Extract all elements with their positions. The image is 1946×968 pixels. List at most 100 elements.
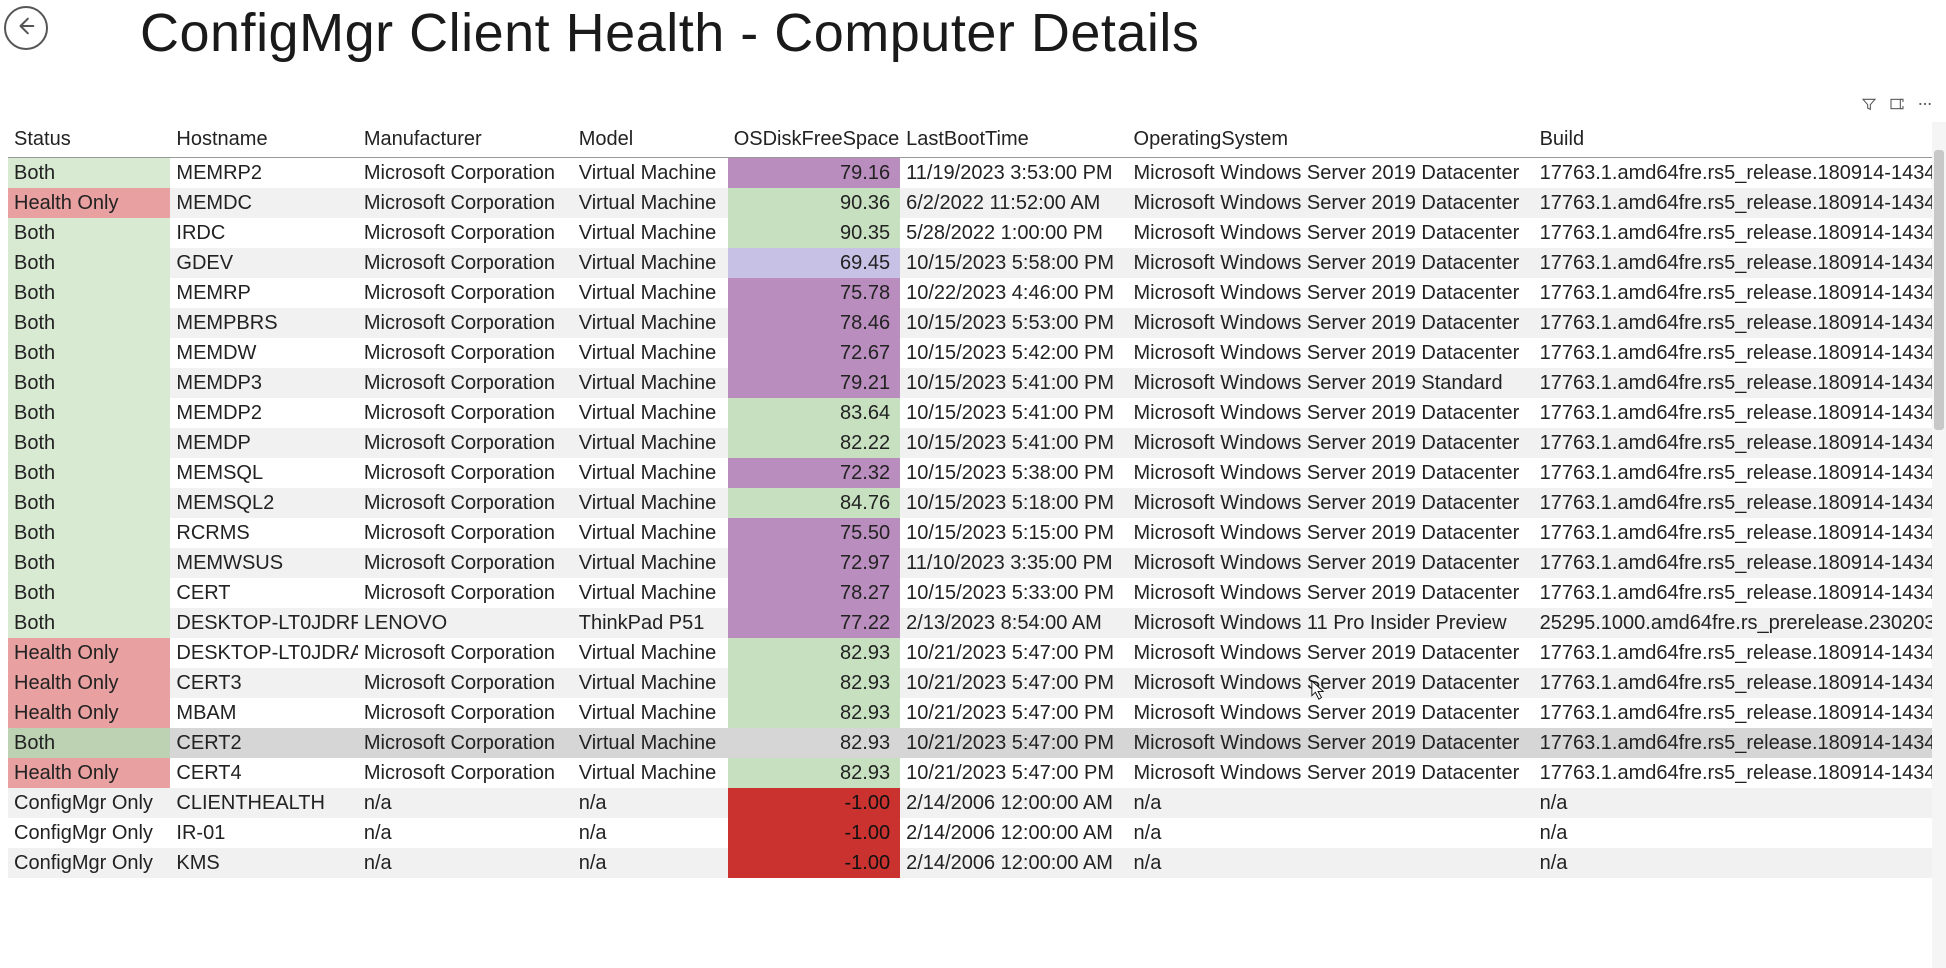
cell-osdiskfreespace: 82.93 (728, 728, 900, 758)
table-row[interactable]: ConfigMgr OnlyCLIENTHEALTHn/an/a-1.002/1… (8, 788, 1946, 818)
cell-status: Health Only (8, 638, 170, 668)
cell-lastboottime: 10/21/2023 5:47:00 PM (900, 698, 1127, 728)
cell-hostname: CERT4 (170, 758, 357, 788)
cell-manufacturer: Microsoft Corporation (358, 218, 573, 248)
cell-build: 17763.1.amd64fre.rs5_release.180914-1434 (1534, 548, 1946, 578)
cell-hostname: MEMRP2 (170, 158, 357, 189)
cell-osdiskfreespace: 72.97 (728, 548, 900, 578)
table-row[interactable]: BothMEMDWMicrosoft CorporationVirtual Ma… (8, 338, 1946, 368)
cell-hostname: MEMDP2 (170, 398, 357, 428)
cell-manufacturer: LENOVO (358, 608, 573, 638)
table-row[interactable]: BothRCRMSMicrosoft CorporationVirtual Ma… (8, 518, 1946, 548)
cell-hostname: MEMRP (170, 278, 357, 308)
table-row[interactable]: BothMEMWSUSMicrosoft CorporationVirtual … (8, 548, 1946, 578)
table-row[interactable]: Health OnlyMEMDCMicrosoft CorporationVir… (8, 188, 1946, 218)
cell-status: Both (8, 458, 170, 488)
col-hostname[interactable]: Hostname (170, 122, 357, 158)
cell-operatingsystem: Microsoft Windows Server 2019 Datacenter (1128, 398, 1534, 428)
cell-osdiskfreespace: 84.76 (728, 488, 900, 518)
filter-icon[interactable] (1860, 95, 1878, 113)
cell-operatingsystem: Microsoft Windows Server 2019 Datacenter (1128, 458, 1534, 488)
cell-osdiskfreespace: 82.93 (728, 668, 900, 698)
cell-model: Virtual Machine (573, 428, 728, 458)
more-options-icon[interactable] (1916, 95, 1934, 113)
table-row[interactable]: BothMEMRP2Microsoft CorporationVirtual M… (8, 158, 1946, 189)
table-row[interactable]: BothMEMDP3Microsoft CorporationVirtual M… (8, 368, 1946, 398)
cell-model: Virtual Machine (573, 548, 728, 578)
cell-osdiskfreespace: 82.93 (728, 698, 900, 728)
cell-osdiskfreespace: -1.00 (728, 848, 900, 878)
cell-hostname: CERT2 (170, 728, 357, 758)
cell-manufacturer: Microsoft Corporation (358, 638, 573, 668)
cell-osdiskfreespace: 75.78 (728, 278, 900, 308)
col-manufacturer[interactable]: Manufacturer (358, 122, 573, 158)
table-row[interactable]: BothMEMPBRSMicrosoft CorporationVirtual … (8, 308, 1946, 338)
cell-hostname: MEMWSUS (170, 548, 357, 578)
arrow-left-icon (15, 15, 37, 42)
cell-status: Both (8, 398, 170, 428)
cell-operatingsystem: Microsoft Windows Server 2019 Datacenter (1128, 188, 1534, 218)
cell-lastboottime: 10/15/2023 5:38:00 PM (900, 458, 1127, 488)
cell-model: ThinkPad P51 (573, 608, 728, 638)
cell-hostname: IR-01 (170, 818, 357, 848)
table-row[interactable]: BothMEMDP2Microsoft CorporationVirtual M… (8, 398, 1946, 428)
focus-mode-icon[interactable] (1888, 95, 1906, 113)
table-row[interactable]: BothGDEVMicrosoft CorporationVirtual Mac… (8, 248, 1946, 278)
table-row[interactable]: BothMEMRPMicrosoft CorporationVirtual Ma… (8, 278, 1946, 308)
table-row[interactable]: BothMEMSQLMicrosoft CorporationVirtual M… (8, 458, 1946, 488)
cell-lastboottime: 10/21/2023 5:47:00 PM (900, 758, 1127, 788)
cell-operatingsystem: Microsoft Windows Server 2019 Datacenter (1128, 218, 1534, 248)
table-row[interactable]: Health OnlyMBAMMicrosoft CorporationVirt… (8, 698, 1946, 728)
col-osdiskfreespace[interactable]: OSDiskFreeSpace (728, 122, 900, 158)
cell-manufacturer: Microsoft Corporation (358, 548, 573, 578)
table-row[interactable]: BothDESKTOP-LT0JDRFLENOVOThinkPad P5177.… (8, 608, 1946, 638)
cell-operatingsystem: Microsoft Windows Server 2019 Datacenter (1128, 578, 1534, 608)
cell-lastboottime: 10/15/2023 5:53:00 PM (900, 308, 1127, 338)
cell-build: 17763.1.amd64fre.rs5_release.180914-1434 (1534, 398, 1946, 428)
cell-status: Both (8, 368, 170, 398)
cell-model: Virtual Machine (573, 248, 728, 278)
cell-lastboottime: 10/21/2023 5:47:00 PM (900, 638, 1127, 668)
cell-hostname: DESKTOP-LT0JDRF (170, 608, 357, 638)
col-operatingsystem[interactable]: OperatingSystem (1128, 122, 1534, 158)
cell-lastboottime: 10/15/2023 5:33:00 PM (900, 578, 1127, 608)
table-row[interactable]: Health OnlyCERT4Microsoft CorporationVir… (8, 758, 1946, 788)
cell-status: Both (8, 728, 170, 758)
cell-build: 17763.1.amd64fre.rs5_release.180914-1434 (1534, 248, 1946, 278)
cell-osdiskfreespace: 82.22 (728, 428, 900, 458)
cell-model: Virtual Machine (573, 728, 728, 758)
cell-build: 17763.1.amd64fre.rs5_release.180914-1434 (1534, 518, 1946, 548)
cell-osdiskfreespace: 83.64 (728, 398, 900, 428)
cell-lastboottime: 10/21/2023 5:47:00 PM (900, 668, 1127, 698)
cell-lastboottime: 10/21/2023 5:47:00 PM (900, 728, 1127, 758)
cell-operatingsystem: Microsoft Windows Server 2019 Datacenter (1128, 308, 1534, 338)
cell-lastboottime: 10/15/2023 5:41:00 PM (900, 428, 1127, 458)
cell-hostname: MEMDP (170, 428, 357, 458)
scrollbar-thumb[interactable] (1934, 150, 1944, 430)
cell-lastboottime: 10/15/2023 5:42:00 PM (900, 338, 1127, 368)
cell-manufacturer: Microsoft Corporation (358, 728, 573, 758)
cell-hostname: MEMDC (170, 188, 357, 218)
cell-operatingsystem: Microsoft Windows Server 2019 Datacenter (1128, 488, 1534, 518)
cell-osdiskfreespace: 79.21 (728, 368, 900, 398)
col-build[interactable]: Build (1534, 122, 1946, 158)
col-model[interactable]: Model (573, 122, 728, 158)
table-row[interactable]: Health OnlyDESKTOP-LT0JDRAMicrosoft Corp… (8, 638, 1946, 668)
table-row[interactable]: Health OnlyCERT3Microsoft CorporationVir… (8, 668, 1946, 698)
table-row[interactable]: ConfigMgr OnlyIR-01n/an/a-1.002/14/2006 … (8, 818, 1946, 848)
table-row[interactable]: BothCERTMicrosoft CorporationVirtual Mac… (8, 578, 1946, 608)
table-row[interactable]: BothCERT2Microsoft CorporationVirtual Ma… (8, 728, 1946, 758)
cell-manufacturer: Microsoft Corporation (358, 758, 573, 788)
cell-operatingsystem: Microsoft Windows Server 2019 Standard (1128, 368, 1534, 398)
table-row[interactable]: BothIRDCMicrosoft CorporationVirtual Mac… (8, 218, 1946, 248)
col-lastboottime[interactable]: LastBootTime (900, 122, 1127, 158)
cell-build: 17763.1.amd64fre.rs5_release.180914-1434 (1534, 638, 1946, 668)
col-status[interactable]: Status (8, 122, 170, 158)
table-row[interactable]: BothMEMDPMicrosoft CorporationVirtual Ma… (8, 428, 1946, 458)
table-row[interactable]: ConfigMgr OnlyKMSn/an/a-1.002/14/2006 12… (8, 848, 1946, 878)
cell-build: 17763.1.amd64fre.rs5_release.180914-1434 (1534, 668, 1946, 698)
cell-model: Virtual Machine (573, 338, 728, 368)
back-button[interactable] (4, 6, 48, 50)
vertical-scrollbar[interactable] (1932, 122, 1946, 968)
table-row[interactable]: BothMEMSQL2Microsoft CorporationVirtual … (8, 488, 1946, 518)
